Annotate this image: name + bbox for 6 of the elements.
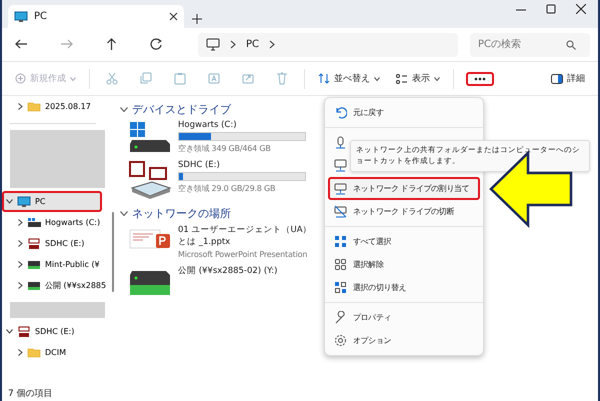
free-space-label: 空き領域 349 GB/464 GB [178,143,272,154]
tab-title: PC [34,11,48,22]
section-title: ネットワークの場所 [132,206,231,220]
file-type-label: Microsoft PowerPoint Presentation [178,250,308,259]
section-title: デバイスとドライブ [132,102,231,116]
free-space-label: 空き領域 29.0 GB/29.8 GB [178,183,276,194]
